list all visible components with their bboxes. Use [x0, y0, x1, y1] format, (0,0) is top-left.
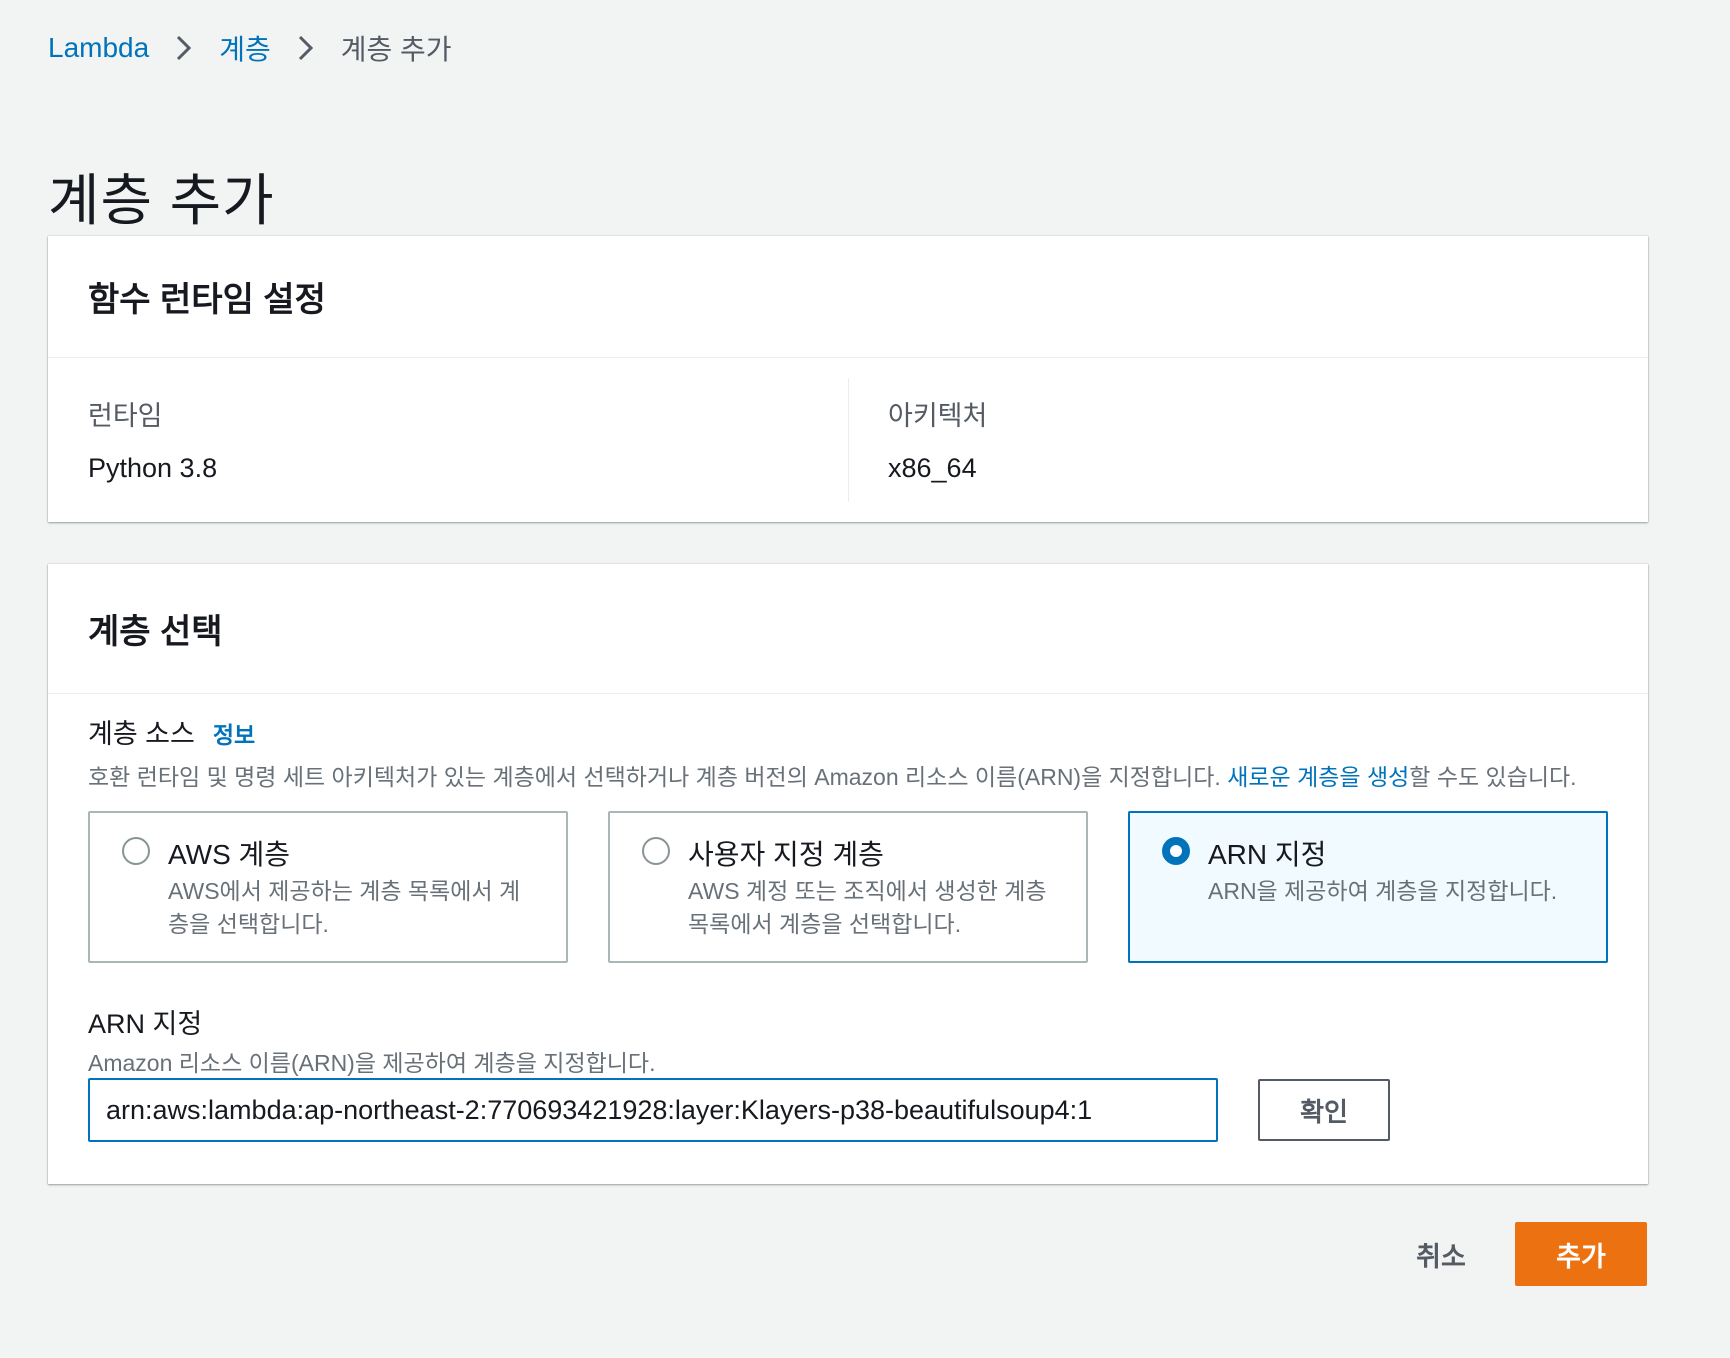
architecture-column: 아키텍처 x86_64: [848, 358, 1648, 522]
layer-source-description-suffix: 할 수도 있습니다.: [1409, 764, 1577, 790]
arn-label: ARN 지정: [88, 1009, 203, 1039]
radio-selected-icon[interactable]: [1162, 837, 1190, 865]
layer-source-label-text: 계층 소스: [88, 719, 195, 749]
breadcrumb-link-layers[interactable]: 계층: [219, 28, 271, 68]
add-button[interactable]: 추가: [1515, 1222, 1647, 1286]
runtime-panel-header: 함수 런타임 설정: [48, 236, 1648, 358]
architecture-label: 아키텍처: [888, 401, 988, 431]
layer-select-panel: 계층 선택 계층 소스 정보 호환 런타임 및 명령 세트 아키텍처가 있는 계층…: [48, 564, 1648, 1184]
runtime-panel-title: 함수 런타임 설정: [88, 281, 326, 319]
cancel-button[interactable]: 취소: [1396, 1222, 1486, 1286]
option-description: AWS 계정 또는 조직에서 생성한 계층 목록에서 계층을 선택합니다.: [688, 878, 1047, 937]
option-title: 사용자 지정 계층: [688, 839, 884, 870]
confirm-button[interactable]: 확인: [1258, 1079, 1390, 1141]
layer-source-description: 호환 런타임 및 명령 세트 아키텍처가 있는 계층에서 선택하거나 계층 버전…: [88, 758, 1577, 792]
option-aws-layers[interactable]: AWS 계층 AWS에서 제공하는 계층 목록에서 계층을 선택합니다.: [88, 811, 568, 963]
radio-unselected-icon[interactable]: [122, 837, 150, 865]
architecture-value: x86_64: [888, 453, 977, 483]
option-description: ARN을 제공하여 계층을 지정합니다.: [1208, 878, 1558, 904]
breadcrumb-link-lambda[interactable]: Lambda: [48, 32, 149, 64]
layer-source-description-text: 호환 런타임 및 명령 세트 아키텍처가 있는 계층에서 선택하거나 계층 버전…: [88, 764, 1228, 790]
option-specify-arn[interactable]: ARN 지정 ARN을 제공하여 계층을 지정합니다.: [1128, 811, 1608, 963]
layer-source-options: AWS 계층 AWS에서 제공하는 계층 목록에서 계층을 선택합니다. 사용자…: [88, 811, 1608, 963]
arn-input[interactable]: [88, 1078, 1218, 1142]
layer-source-label: 계층 소스 정보: [88, 712, 255, 751]
option-title: ARN 지정: [1208, 839, 1327, 870]
option-custom-layers[interactable]: 사용자 지정 계층 AWS 계정 또는 조직에서 생성한 계층 목록에서 계층을…: [608, 811, 1088, 963]
breadcrumb-current: 계층 추가: [340, 34, 452, 65]
create-layer-link[interactable]: 새로운 계층을 생성: [1227, 764, 1409, 790]
layer-panel-header: 계층 선택: [48, 564, 1648, 694]
chevron-right-icon: [297, 34, 315, 62]
page-title: 계층 추가: [48, 168, 275, 232]
breadcrumb: Lambda 계층 계층 추가: [48, 28, 452, 68]
runtime-column: 런타임 Python 3.8: [48, 358, 848, 522]
info-link[interactable]: 정보: [213, 722, 255, 748]
layer-panel-title: 계층 선택: [88, 613, 223, 651]
runtime-details: 런타임 Python 3.8 아키텍처 x86_64: [48, 358, 1648, 522]
runtime-settings-panel: 함수 런타임 설정 런타임 Python 3.8 아키텍처 x86_64: [48, 236, 1648, 522]
arn-description: Amazon 리소스 이름(ARN)을 제공하여 계층을 지정합니다.: [88, 1050, 656, 1076]
runtime-label: 런타임: [88, 401, 163, 431]
option-description: AWS에서 제공하는 계층 목록에서 계층을 선택합니다.: [168, 878, 521, 937]
radio-unselected-icon[interactable]: [642, 837, 670, 865]
chevron-right-icon: [175, 34, 193, 62]
option-title: AWS 계층: [168, 839, 291, 870]
runtime-value: Python 3.8: [88, 453, 218, 483]
